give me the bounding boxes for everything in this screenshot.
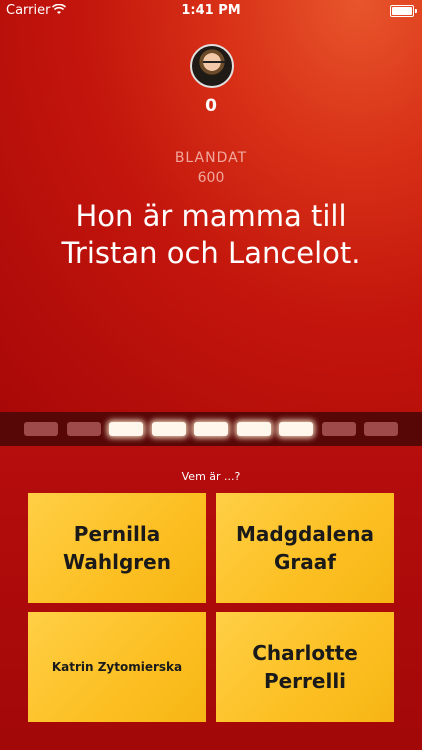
answer-button-1[interactable]: Pernilla Wahlgren	[28, 493, 206, 603]
avatar-glasses-icon	[203, 61, 225, 69]
progress-segment	[66, 422, 101, 436]
answer-label: Pernilla Wahlgren	[63, 522, 171, 574]
player-avatar[interactable]	[190, 44, 234, 88]
question-points: 600	[197, 170, 225, 186]
progress-segment	[364, 422, 398, 436]
answer-label: Madgdalena Graaf	[236, 522, 374, 574]
battery-icon	[390, 5, 417, 17]
clock: 1:41 PM	[181, 3, 241, 18]
progress-segment	[109, 422, 143, 436]
question-category: BLANDAT	[174, 150, 248, 166]
answer-button-2[interactable]: Madgdalena Graaf	[216, 493, 394, 603]
progress-segment	[279, 422, 313, 436]
timer-progress-bar	[0, 412, 422, 446]
progress-segment	[194, 422, 228, 436]
progress-segment	[321, 422, 356, 436]
status-bar: Carrier 1:41 PM	[0, 0, 422, 22]
answer-label: Katrin Zytomierska	[51, 660, 183, 674]
progress-segment	[151, 422, 186, 436]
player-score: 0	[205, 96, 217, 116]
question-text: Hon är mamma till Tristan och Lancelot.	[61, 199, 361, 270]
answer-button-4[interactable]: Charlotte Perrelli	[216, 612, 394, 722]
progress-segment	[236, 422, 271, 436]
answer-button-3[interactable]: Katrin Zytomierska	[28, 612, 206, 722]
answer-prompt: Vem är ...?	[181, 470, 241, 483]
answer-label: Charlotte Perrelli	[252, 641, 358, 693]
progress-segment	[24, 422, 58, 436]
